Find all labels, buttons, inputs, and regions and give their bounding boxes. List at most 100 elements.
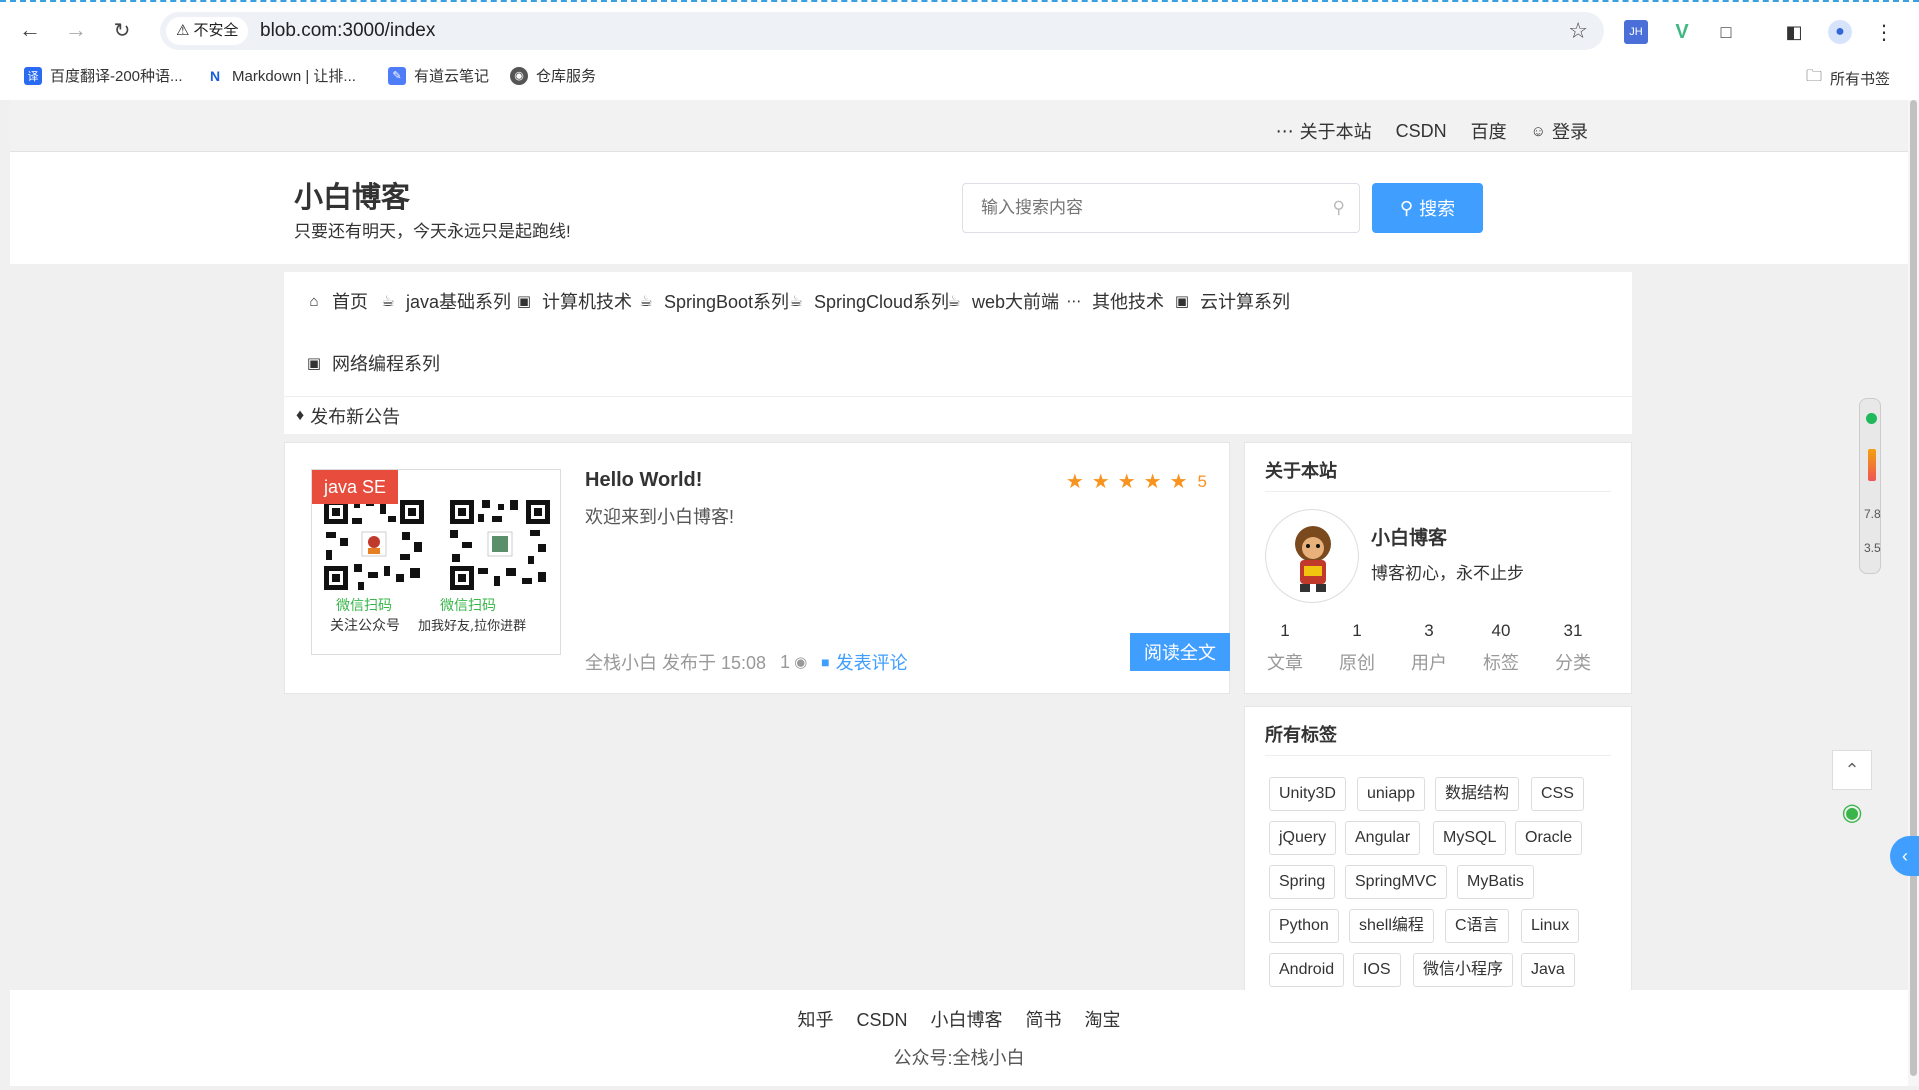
search-button[interactable]: ⚲ 搜索 — [1372, 183, 1483, 233]
tag-chip[interactable]: 数据结构 — [1435, 777, 1520, 811]
tag-chip[interactable]: Oracle — [1515, 821, 1583, 855]
profile-icon[interactable]: ● — [1828, 20, 1852, 44]
url-text[interactable]: blob.com:3000/index — [260, 20, 435, 42]
tag-chip[interactable]: shell编程 — [1349, 909, 1434, 943]
tag-chip[interactable]: Android — [1269, 953, 1345, 987]
stat-categories[interactable]: 31 分类 — [1543, 621, 1603, 675]
nav-item-java[interactable]: ☕ java基础系列 — [380, 288, 511, 314]
category-tag[interactable]: java SE — [312, 470, 399, 504]
about-panel: 关于本站 小白博客 博客初心，永不止步 1 文章 1 原创 3 用户 40 标签 31 分… — [1244, 442, 1632, 694]
nav-item-other[interactable]: ⋯ 其他技术 — [1066, 288, 1165, 314]
article-title[interactable]: Hello World! — [585, 469, 702, 492]
footer-link[interactable]: 淘宝 — [1085, 1010, 1121, 1030]
comment-link[interactable]: ■ 发表评论 — [821, 649, 907, 675]
scrollbar-thumb[interactable] — [1910, 100, 1917, 1076]
avatar — [1265, 509, 1359, 603]
tag-chip[interactable]: 微信小程序 — [1413, 953, 1514, 987]
vue-extension-icon[interactable]: V — [1670, 20, 1694, 44]
tag-chip[interactable]: IOS — [1353, 953, 1401, 987]
upload-speed: 7.8 — [1864, 507, 1881, 521]
tag-chip[interactable]: Java — [1521, 953, 1575, 987]
nav-item-web[interactable]: ☕ web大前端 — [946, 288, 1059, 314]
back-icon[interactable]: ← — [14, 14, 46, 46]
nav-item-computer[interactable]: ▣ 计算机技术 — [516, 288, 632, 314]
nav-label: 网络编程系列 — [332, 354, 440, 374]
tag-chip[interactable]: Unity3D — [1269, 777, 1346, 811]
baidu-link[interactable]: 百度 — [1471, 118, 1507, 144]
all-bookmarks[interactable]: 🗀 所有书签 — [1806, 65, 1890, 92]
footer-link[interactable]: CSDN — [856, 1010, 907, 1030]
search-input[interactable] — [963, 184, 1323, 232]
stat-number: 31 — [1563, 621, 1583, 640]
stat-articles[interactable]: 1 文章 — [1255, 621, 1315, 675]
notice-label: 发布新公告 — [310, 406, 401, 427]
tag-chip[interactable]: C语言 — [1445, 909, 1509, 943]
csdn-link[interactable]: CSDN — [1396, 118, 1447, 144]
search-icon: ⚲ — [1399, 197, 1414, 218]
nav-label: 首页 — [332, 292, 368, 312]
bookmark-item[interactable]: ✎ 有道云笔记 — [388, 65, 489, 86]
footer-link[interactable]: 知乎 — [797, 1010, 833, 1030]
tags-heading: 所有标签 — [1265, 725, 1337, 745]
comment-icon: ■ — [821, 654, 830, 670]
notice-bar[interactable]: ♦ 发布新公告 — [284, 396, 1632, 434]
security-chip[interactable]: ⚠ 不安全 — [166, 17, 249, 45]
nav-item-cloud[interactable]: ▣ 云计算系列 — [1174, 288, 1290, 314]
network-speed-widget[interactable]: 7.8 3.5 — [1859, 398, 1881, 574]
globe-icon: ◉ — [510, 66, 528, 85]
more-dots-icon: ⋯ — [1275, 120, 1294, 141]
article-thumbnail[interactable]: 微信扫码 关注公众号 微信扫码 加我好友,拉你进群 java SE — [311, 469, 561, 655]
stat-original[interactable]: 1 原创 — [1327, 621, 1387, 675]
more-icon: ⋯ — [1066, 293, 1082, 310]
folder-icon: 🗀 — [1806, 68, 1823, 85]
extensions-icon[interactable]: □ — [1714, 20, 1738, 44]
star-icon: ★ — [1143, 471, 1162, 493]
stat-number: 1 — [1352, 621, 1362, 640]
reload-icon[interactable]: ↻ — [106, 14, 138, 46]
markdown-icon: N — [209, 67, 221, 84]
stat-tags[interactable]: 40 标签 — [1471, 621, 1531, 675]
tag-chip[interactable]: SpringMVC — [1345, 865, 1447, 899]
site-subtitle: 只要还有明天，今天永远只是起跑线! — [294, 222, 571, 241]
tag-chip[interactable]: Spring — [1269, 865, 1336, 899]
login-link[interactable]: ☺ 登录 — [1531, 118, 1588, 144]
wechat-icon[interactable]: ◉ — [1832, 792, 1872, 832]
side-panel-icon[interactable]: ◧ — [1782, 20, 1806, 44]
bookmark-item[interactable]: 译 百度翻译-200种语... — [24, 65, 183, 86]
bookmark-item[interactable]: N Markdown | 让排... — [206, 65, 356, 86]
monitor-icon: ▣ — [306, 355, 322, 372]
tag-chip[interactable]: Linux — [1521, 909, 1580, 943]
stat-label: 分类 — [1555, 653, 1591, 673]
tag-chip[interactable]: Python — [1269, 909, 1339, 943]
tag-chip[interactable]: MySQL — [1433, 821, 1507, 855]
status-dot-icon — [1866, 413, 1877, 424]
bell-icon: ♦ — [296, 406, 305, 424]
stat-users[interactable]: 3 用户 — [1399, 621, 1459, 675]
nav-item-network[interactable]: ▣ 网络编程系列 — [306, 350, 440, 376]
tag-chip[interactable]: uniapp — [1357, 777, 1426, 811]
address-bar[interactable]: ⚠ 不安全 blob.com:3000/index ☆ — [160, 12, 1604, 50]
bookmark-star-icon[interactable]: ☆ — [1568, 18, 1588, 44]
tag-chip[interactable]: Angular — [1345, 821, 1421, 855]
tag-chip[interactable]: jQuery — [1269, 821, 1337, 855]
footer-link[interactable]: 小白博客 — [931, 1010, 1003, 1030]
jh-extension-icon[interactable]: JH — [1624, 20, 1648, 44]
star-icon: ★ — [1117, 471, 1136, 493]
site-title[interactable]: 小白博客 — [294, 174, 410, 216]
nav-item-home[interactable]: ⌂ 首页 — [306, 288, 368, 314]
about-site-name: 小白博客 — [1371, 528, 1448, 549]
tag-chip[interactable]: CSS — [1531, 777, 1584, 811]
about-link[interactable]: ⋯ 关于本站 — [1276, 118, 1372, 144]
nav-label: SpringBoot系列 — [664, 292, 790, 312]
bookmarks-bar: 译 百度翻译-200种语... N Markdown | 让排... ✎ 有道云… — [0, 62, 1919, 92]
tag-chip[interactable]: MyBatis — [1457, 865, 1534, 899]
nav-item-springcloud[interactable]: ☕ SpringCloud系列 — [788, 288, 949, 314]
forward-icon[interactable]: → — [60, 14, 92, 46]
menu-kebab-icon[interactable]: ⋮ — [1872, 20, 1896, 44]
bookmark-item[interactable]: ◉ 仓库服务 — [510, 65, 596, 86]
download-speed: 3.5 — [1864, 541, 1881, 555]
footer-link[interactable]: 简书 — [1026, 1010, 1062, 1030]
back-to-top-icon[interactable]: ⌃ — [1832, 750, 1872, 790]
nav-item-springboot[interactable]: ☕ SpringBoot系列 — [638, 288, 789, 314]
read-more-button[interactable]: 阅读全文 — [1130, 633, 1230, 671]
